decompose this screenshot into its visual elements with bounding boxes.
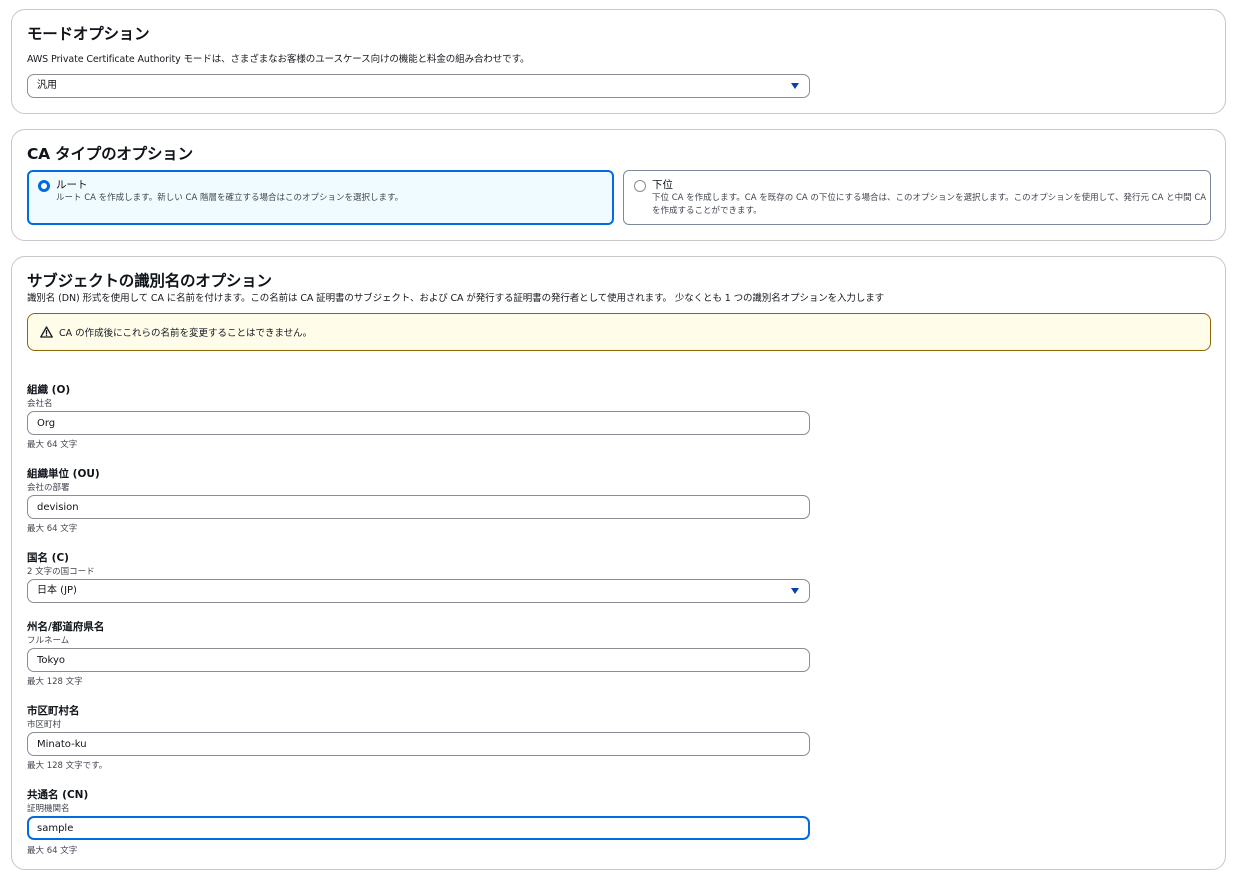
country-label: 国名 (C): [27, 552, 69, 564]
cn-hint: 最大 64 文字: [27, 846, 78, 856]
country-sublabel: 2 文字の国コード: [27, 567, 95, 577]
cn-sublabel: 証明機関名: [27, 804, 70, 814]
radio-subordinate[interactable]: [634, 180, 646, 192]
state-hint: 最大 128 文字: [27, 677, 83, 687]
warning-alert: CA の作成後にこれらの名前を変更することはできません。: [27, 313, 1211, 351]
mode-options-description: AWS Private Certificate Authority モードは、さ…: [27, 54, 530, 65]
state-label: 州名/都道府県名: [27, 621, 105, 633]
org-input[interactable]: [27, 411, 810, 435]
ca-type-root-tile[interactable]: ルート ルート CA を作成します。新しい CA 階層を確立する場合はこのオプシ…: [27, 170, 614, 225]
ca-type-panel: CA タイプのオプション ルート ルート CA を作成します。新しい CA 階層…: [11, 129, 1226, 241]
radio-root[interactable]: [38, 180, 50, 192]
country-select[interactable]: 日本 (JP): [27, 579, 810, 603]
ou-hint: 最大 64 文字: [27, 524, 78, 534]
ou-sublabel: 会社の部署: [27, 483, 70, 493]
cn-label: 共通名 (CN): [27, 789, 89, 801]
subject-dn-description: 識別名 (DN) 形式を使用して CA に名前を付けます。この名前は CA 証明…: [27, 293, 885, 304]
locality-hint: 最大 128 文字です。: [27, 761, 108, 771]
state-sublabel: フルネーム: [27, 636, 70, 646]
state-input[interactable]: [27, 648, 810, 672]
org-hint: 最大 64 文字: [27, 440, 78, 450]
subject-dn-panel: サブジェクトの識別名のオプション 識別名 (DN) 形式を使用して CA に名前…: [11, 256, 1226, 870]
locality-label: 市区町村名: [27, 705, 80, 717]
cn-input[interactable]: [27, 816, 810, 840]
ca-type-root-description: ルート CA を作成します。新しい CA 階層を確立する場合はこのオプションを選…: [56, 193, 404, 203]
warning-icon: [40, 326, 53, 338]
mode-select-value: 汎用: [37, 80, 57, 91]
ou-label: 組織単位 (OU): [27, 468, 100, 480]
org-sublabel: 会社名: [27, 399, 53, 409]
ca-type-subordinate-description: 下位 CA を作成します。CA を既存の CA の下位にする場合は、このオプショ…: [652, 193, 1207, 216]
ca-type-subordinate-label: 下位: [652, 179, 673, 191]
mode-options-title: モードオプション: [27, 25, 150, 43]
org-label: 組織 (O): [27, 384, 71, 396]
mode-select[interactable]: 汎用: [27, 74, 810, 98]
country-select-value: 日本 (JP): [37, 585, 77, 596]
locality-input[interactable]: [27, 732, 810, 756]
warning-text: CA の作成後にこれらの名前を変更することはできません。: [59, 328, 313, 339]
locality-sublabel: 市区町村: [27, 720, 62, 730]
caret-down-icon: [791, 588, 799, 594]
subject-dn-title: サブジェクトの識別名のオプション: [27, 272, 272, 290]
caret-down-icon: [791, 83, 799, 89]
ca-type-title: CA タイプのオプション: [27, 145, 193, 163]
ou-input[interactable]: [27, 495, 810, 519]
mode-options-panel: モードオプション AWS Private Certificate Authori…: [11, 9, 1226, 114]
ca-type-subordinate-tile[interactable]: 下位 下位 CA を作成します。CA を既存の CA の下位にする場合は、このオ…: [623, 170, 1211, 225]
ca-type-root-label: ルート: [56, 179, 88, 191]
